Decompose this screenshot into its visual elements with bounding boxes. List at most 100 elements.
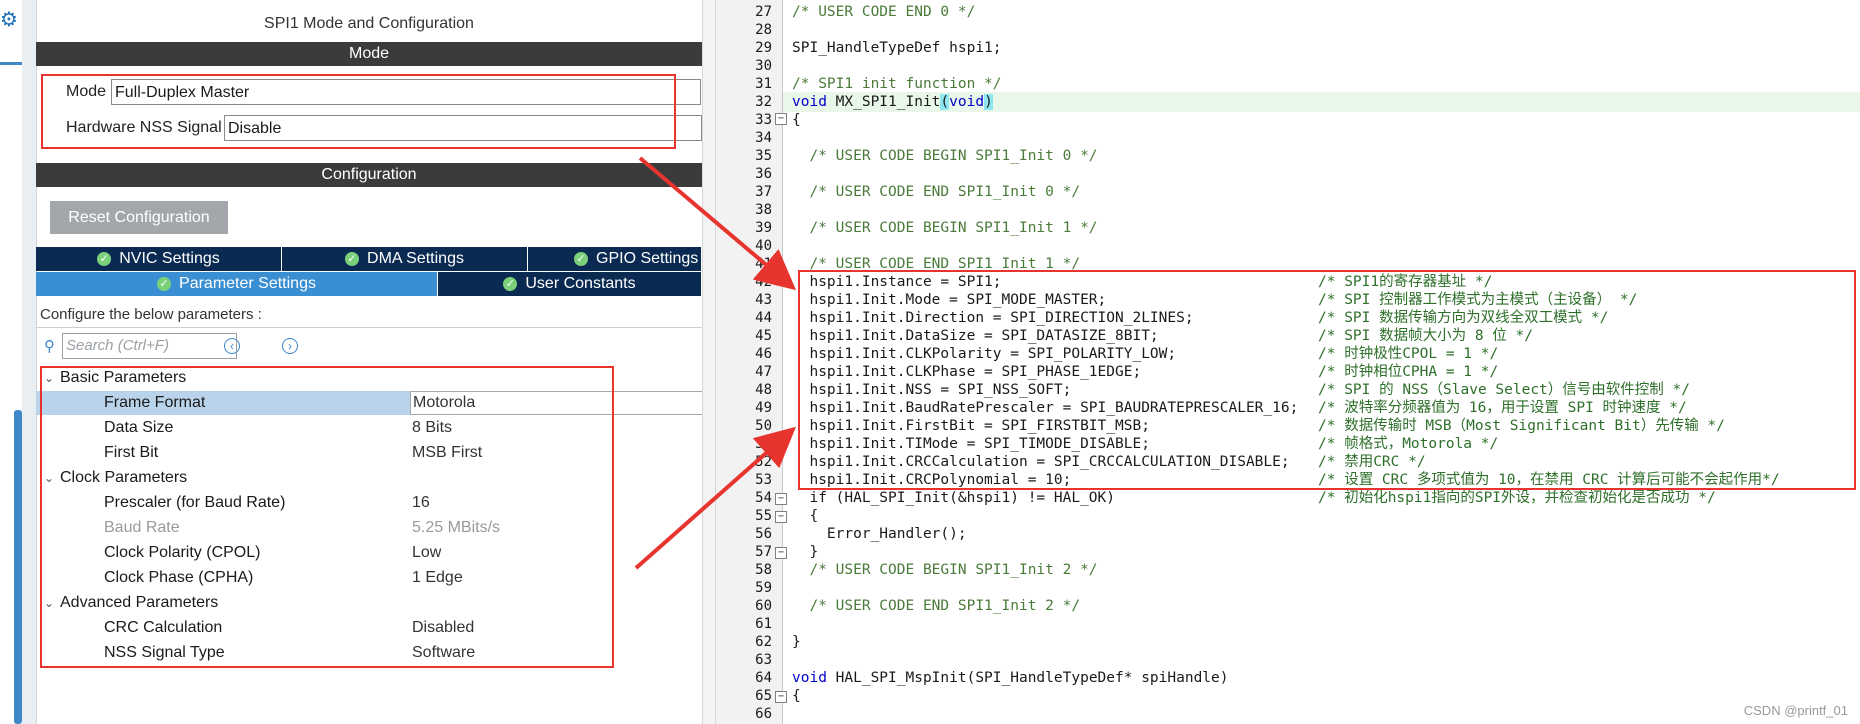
tab-parameter-settings[interactable]: ✓ Parameter Settings xyxy=(36,272,438,296)
code-line-54: if (HAL_SPI_Init(&hspi1) != HAL_OK) xyxy=(792,490,1116,506)
check-icon: ✓ xyxy=(157,277,172,291)
line-number: 34 xyxy=(755,130,772,146)
code-editor[interactable]: 27 28 29 30 31 32 33 34 35 36 37 38 39 40 41 42 43 44 45 46… xyxy=(716,0,1860,724)
code-text: HAL_SPI_MspInit(SPI_HandleTypeDef* spiHa… xyxy=(826,670,1229,686)
paren: ) xyxy=(984,94,993,110)
line-number: 28 xyxy=(755,22,772,38)
line-number: 54 xyxy=(755,490,772,506)
search-input[interactable]: Search (Ctrl+F) xyxy=(62,333,237,359)
line-number: 47 xyxy=(755,364,772,380)
search-prev-icon[interactable]: ‹ xyxy=(224,338,240,354)
fold-icon[interactable]: − xyxy=(775,113,787,125)
tab-label: Parameter Settings xyxy=(179,275,316,292)
code-line-27: /* USER CODE END 0 */ xyxy=(792,4,976,20)
code-highlight-box xyxy=(798,270,1856,490)
code-line-60: /* USER CODE END SPI1_Init 2 */ xyxy=(792,598,1081,614)
split-divider[interactable] xyxy=(702,0,716,724)
params-highlight-box xyxy=(40,366,614,668)
line-number: 64 xyxy=(755,670,772,686)
line-number: 51 xyxy=(755,436,772,452)
fold-icon[interactable]: − xyxy=(775,493,787,505)
line-number: 44 xyxy=(755,310,772,326)
line-number: 63 xyxy=(755,652,772,668)
code-line-56: Error_Handler(); xyxy=(792,526,967,542)
code-line-39: /* USER CODE BEGIN SPI1_Init 1 */ xyxy=(792,220,1098,236)
panel-separator xyxy=(22,0,37,724)
configuration-header: Configuration xyxy=(36,163,702,187)
tab-nvic-settings[interactable]: ✓ NVIC Settings xyxy=(36,247,282,271)
tab-user-constants[interactable]: ✓ User Constants xyxy=(438,272,702,296)
code-line-64: void HAL_SPI_MspInit(SPI_HandleTypeDef* … xyxy=(792,669,1229,687)
line-number: 37 xyxy=(755,184,772,200)
code-line-33: { xyxy=(792,112,801,128)
line-number: 42 xyxy=(755,274,772,290)
gear-icon[interactable]: ⚙ xyxy=(0,10,20,30)
mode-highlight-box xyxy=(41,74,676,149)
line-number: 35 xyxy=(755,148,772,164)
line-number: 57 xyxy=(755,544,772,560)
line-number: 32 xyxy=(755,94,772,110)
keyword: void xyxy=(949,94,985,110)
line-number: 59 xyxy=(755,580,772,596)
keyword: void xyxy=(792,94,827,110)
tab-label: NVIC Settings xyxy=(119,250,220,267)
reset-configuration-button[interactable]: Reset Configuration xyxy=(50,201,228,234)
search-icon: ⚲ xyxy=(44,338,55,355)
fold-icon[interactable]: − xyxy=(775,691,787,703)
line-number: 62 xyxy=(755,634,772,650)
code-line-58: /* USER CODE BEGIN SPI1_Init 2 */ xyxy=(792,562,1098,578)
line-number: 45 xyxy=(755,328,772,344)
tab-dma-settings[interactable]: ✓ DMA Settings xyxy=(282,247,528,271)
code-line-37: /* USER CODE END SPI1_Init 0 */ xyxy=(792,184,1081,200)
code-line-57: } xyxy=(792,544,819,560)
line-number: 30 xyxy=(755,58,772,74)
code-line-62: } xyxy=(792,634,801,650)
tab-label: GPIO Settings xyxy=(596,250,699,267)
function-name: MX_SPI1_Init xyxy=(826,94,941,110)
tab-label: DMA Settings xyxy=(367,250,464,267)
code-line-35: /* USER CODE BEGIN SPI1_Init 0 */ xyxy=(792,148,1098,164)
line-number: 66 xyxy=(755,706,772,722)
fold-icon[interactable]: − xyxy=(775,547,787,559)
code-comment-54: /* 初始化hspi1指向的SPI外设，并检查初始化是否成功 */ xyxy=(1318,490,1716,506)
code-line-65: { xyxy=(792,688,801,704)
search-next-icon[interactable]: › xyxy=(282,338,298,354)
line-number: 60 xyxy=(755,598,772,614)
line-number: 56 xyxy=(755,526,772,542)
tab-gpio-settings[interactable]: ✓ GPIO Settings xyxy=(528,247,702,271)
check-icon: ✓ xyxy=(503,277,518,291)
line-number: 48 xyxy=(755,382,772,398)
cubemx-panel: ⚙ SPI1 Mode and Configuration Mode Mode … xyxy=(0,0,702,724)
line-number: 41 xyxy=(755,256,772,272)
line-number: 33 xyxy=(755,112,772,128)
code-line-55: { xyxy=(792,508,819,524)
panel-title: SPI1 Mode and Configuration xyxy=(264,15,474,32)
line-number: 52 xyxy=(755,454,772,470)
line-number: 27 xyxy=(755,4,772,20)
line-number: 36 xyxy=(755,166,772,182)
line-number: 31 xyxy=(755,76,772,92)
line-number: 65 xyxy=(755,688,772,704)
side-toolbar: ⚙ xyxy=(0,0,22,724)
line-number: 53 xyxy=(755,472,772,488)
line-number: 29 xyxy=(755,40,772,56)
line-number: 55 xyxy=(755,508,772,524)
check-icon: ✓ xyxy=(97,252,112,266)
line-number: 49 xyxy=(755,400,772,416)
line-number: 38 xyxy=(755,202,772,218)
check-icon: ✓ xyxy=(345,252,360,266)
line-number: 50 xyxy=(755,418,772,434)
fold-icon[interactable]: − xyxy=(775,511,787,523)
keyword: void xyxy=(792,670,827,686)
code-line-31: /* SPI1 init function */ xyxy=(792,76,1002,92)
line-number: 39 xyxy=(755,220,772,236)
paren: ( xyxy=(940,94,950,110)
line-number: 46 xyxy=(755,346,772,362)
code-line-32: void MX_SPI1_Init(void) xyxy=(792,93,993,111)
configure-instructions: Configure the below parameters : xyxy=(36,302,702,328)
scrollbar[interactable] xyxy=(14,410,22,724)
line-number: 61 xyxy=(755,616,772,632)
toolbar-highlight xyxy=(0,62,22,65)
code-line-29: SPI_HandleTypeDef hspi1; xyxy=(792,40,1002,56)
check-icon: ✓ xyxy=(574,252,588,266)
